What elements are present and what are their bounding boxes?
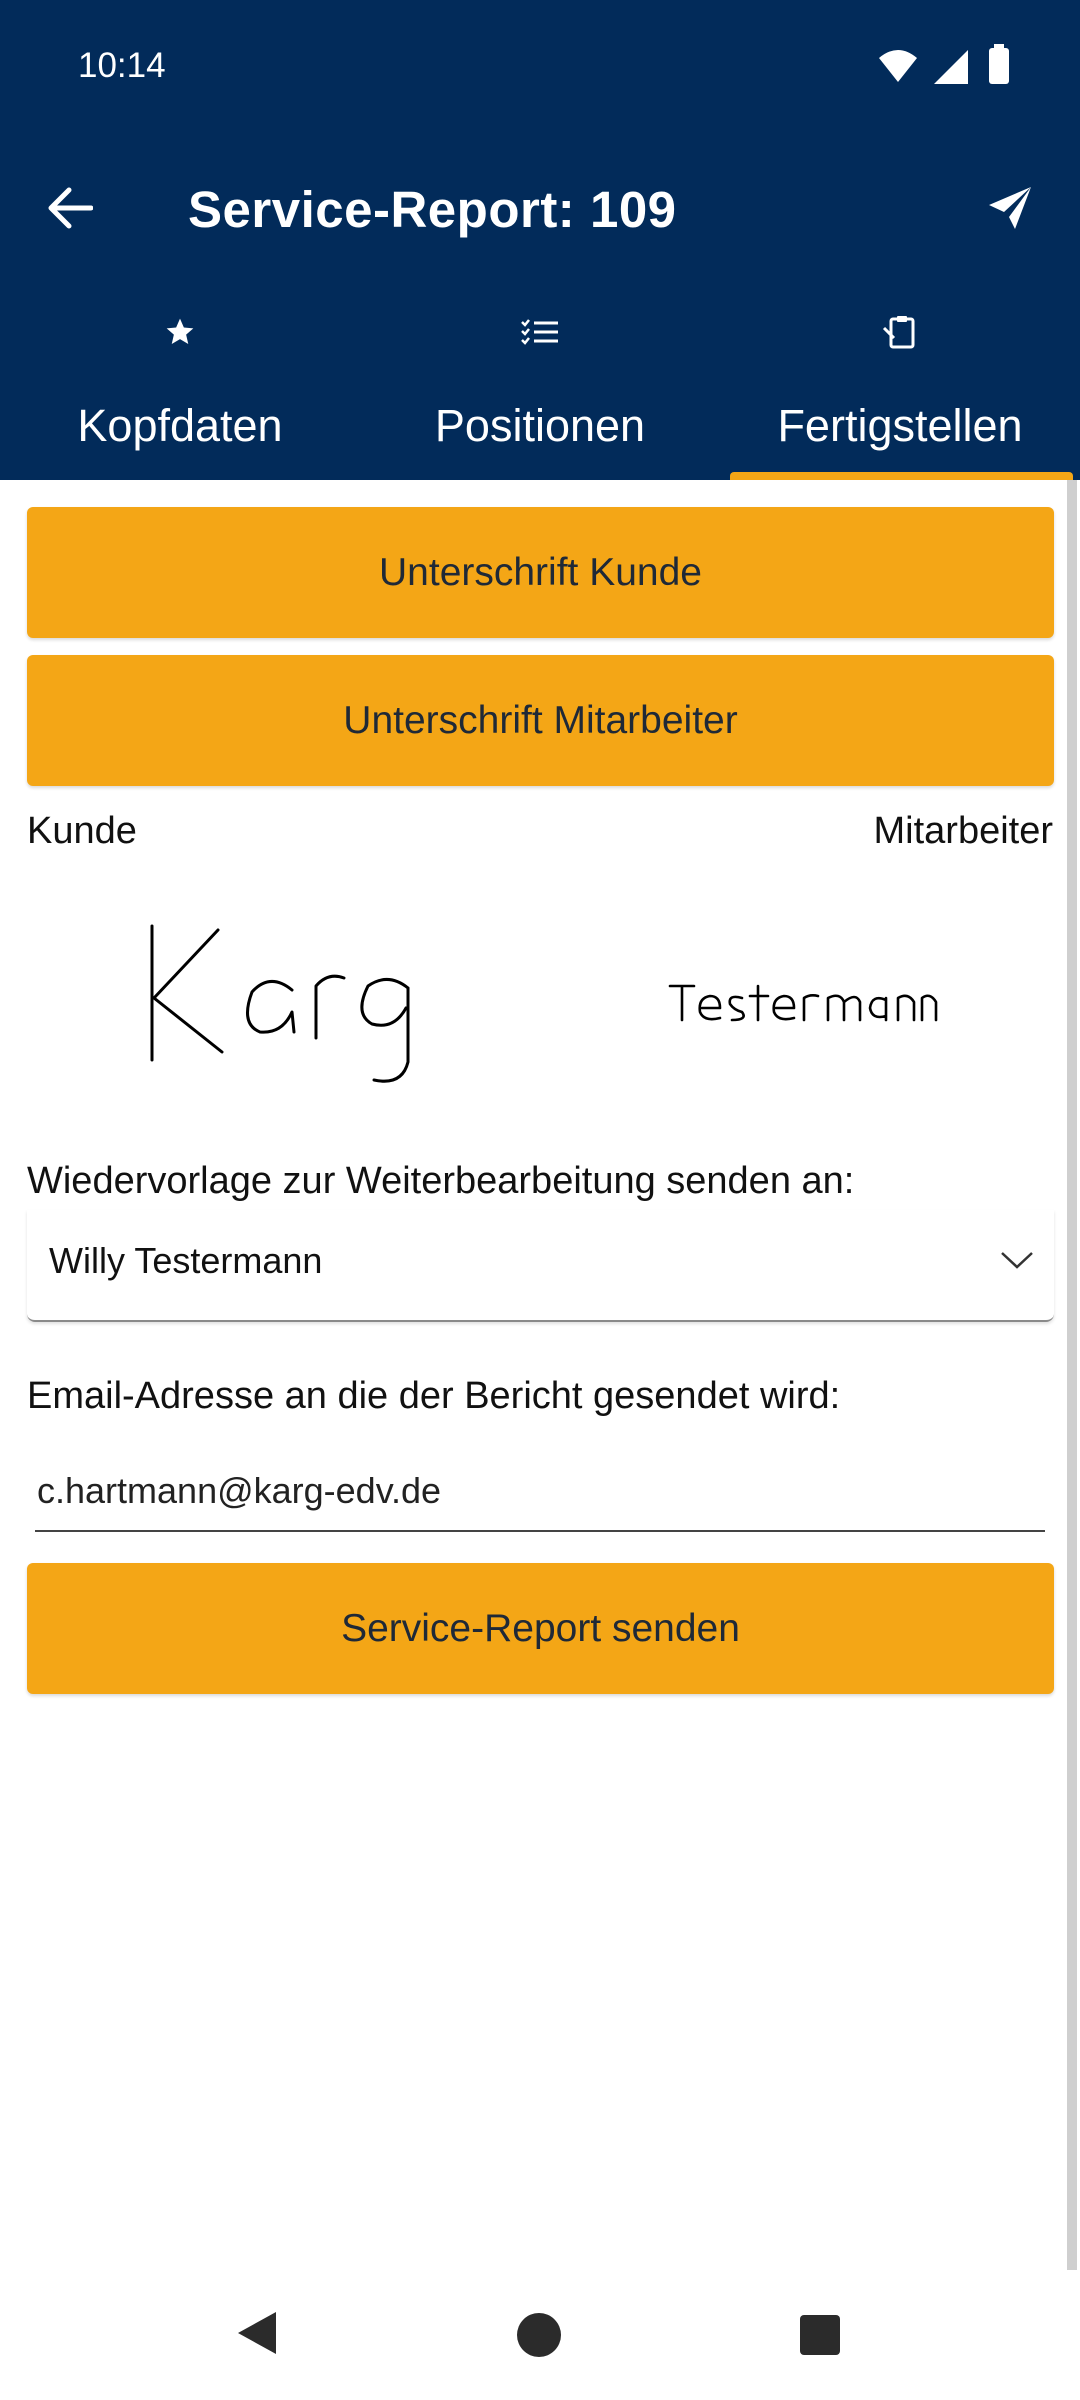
customer-signature (140, 920, 430, 1095)
paper-plane-icon (987, 185, 1033, 236)
wifi-icon (878, 48, 918, 89)
tab-label: Fertigstellen (777, 400, 1023, 451)
email-label: Email-Adresse an die der Bericht gesende… (27, 1375, 841, 1417)
tab-fertigstellen[interactable]: Fertigstellen (720, 300, 1080, 480)
arrow-left-icon (47, 186, 94, 235)
employee-label: Mitarbeiter (873, 810, 1054, 852)
send-report-button[interactable]: Service-Report senden (27, 1563, 1054, 1694)
status-bar: 10:14 (0, 0, 1080, 135)
checklist-icon (520, 318, 560, 351)
back-button[interactable] (30, 170, 110, 250)
tab-positionen[interactable]: Positionen (360, 300, 720, 480)
star-icon (163, 316, 197, 353)
tab-label: Kopfdaten (77, 400, 283, 451)
forward-recipient-value: Willy Testermann (49, 1240, 323, 1281)
customer-label: Kunde (27, 810, 137, 852)
tab-kopfdaten[interactable]: Kopfdaten (0, 300, 360, 480)
toolbar: Service-Report: 109 (0, 150, 1080, 270)
tab-active-indicator (730, 472, 1073, 480)
email-value: c.hartmann@karg-edv.de (37, 1470, 442, 1511)
main-content: Unterschrift Kunde Unterschrift Mitarbei… (0, 480, 1080, 2280)
system-nav-bar (0, 2270, 1080, 2400)
employee-signature (668, 980, 938, 1035)
sign-employee-button[interactable]: Unterschrift Mitarbeiter (27, 655, 1054, 786)
forward-recipient-select[interactable]: Willy Testermann (27, 1210, 1054, 1322)
clipboard-sign-icon (882, 314, 918, 355)
app-header: 10:14 Service-Report: 109 Kopfdaten Posi… (0, 0, 1080, 480)
tab-bar: Kopfdaten Positionen Fertigstellen (0, 300, 1080, 480)
nav-back-icon[interactable] (236, 2310, 278, 2361)
sign-customer-button[interactable]: Unterschrift Kunde (27, 507, 1054, 638)
status-time: 10:14 (78, 46, 166, 85)
email-field[interactable]: c.hartmann@karg-edv.de (35, 1470, 1045, 1532)
send-button[interactable] (970, 170, 1050, 250)
nav-recents-icon[interactable] (799, 2314, 841, 2361)
nav-home-icon[interactable] (516, 2312, 562, 2363)
scrollbar[interactable] (1067, 480, 1077, 2270)
forward-label: Wiedervorlage zur Weiterbearbeitung send… (27, 1160, 855, 1202)
chevron-down-icon (1000, 1250, 1034, 1275)
battery-icon (988, 44, 1010, 89)
page-title: Service-Report: 109 (188, 181, 677, 238)
tab-label: Positionen (434, 400, 646, 451)
signal-icon (934, 50, 970, 89)
